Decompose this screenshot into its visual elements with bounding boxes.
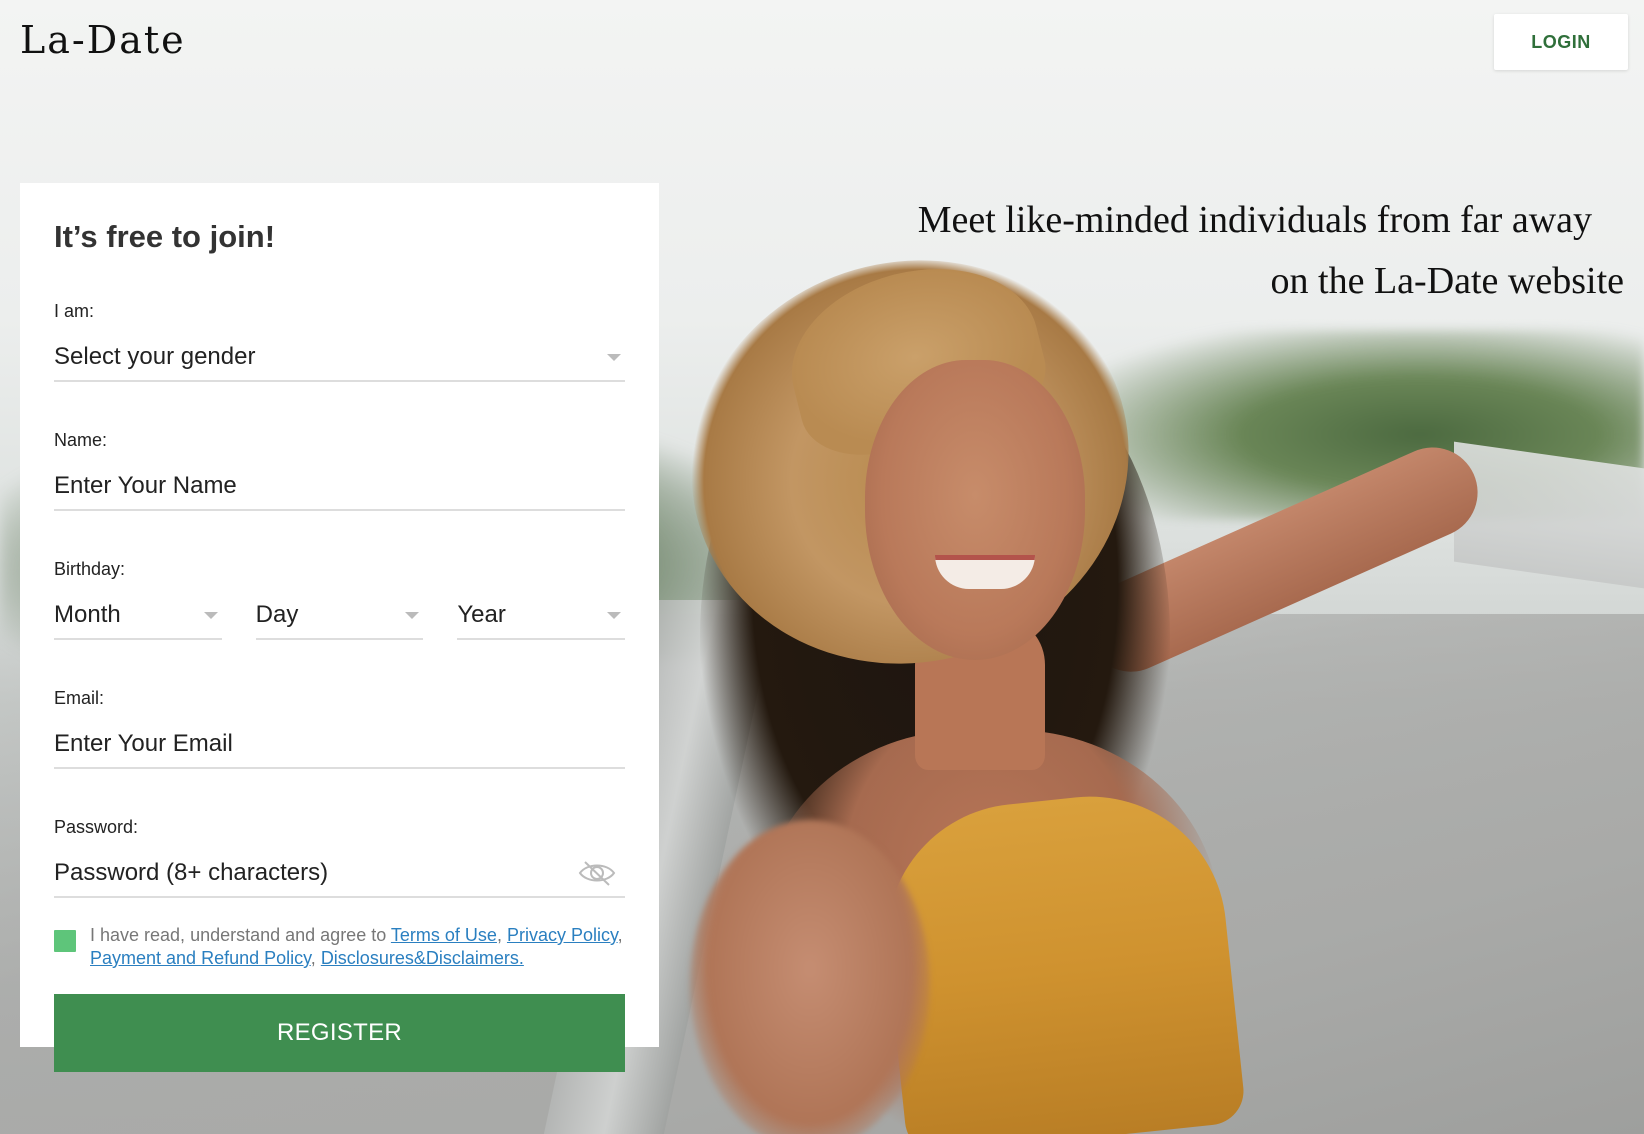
birthday-label: Birthday: bbox=[54, 559, 126, 579]
terms-separator: , bbox=[617, 925, 623, 945]
day-select-value: Day bbox=[255, 601, 299, 628]
birthday-year-select[interactable]: Year bbox=[457, 592, 626, 640]
refund-policy-link[interactable]: Payment and Refund Policy bbox=[90, 948, 311, 968]
site-logo[interactable]: La-Date bbox=[20, 18, 186, 62]
email-input[interactable]: Enter Your Email bbox=[54, 721, 625, 769]
terms-separator: , bbox=[310, 948, 321, 968]
form-title: It’s free to join! bbox=[54, 219, 276, 254]
tagline-line-1: Meet like-minded individuals from far aw… bbox=[917, 199, 1592, 241]
password-input[interactable]: Password (8+ characters) bbox=[54, 850, 625, 898]
registration-form-card: It’s free to join! I am: Select your gen… bbox=[20, 183, 659, 1072]
chevron-down-icon bbox=[607, 353, 621, 361]
name-field: Name: Enter Your Name bbox=[54, 430, 625, 511]
gender-field: I am: Select your gender bbox=[54, 301, 625, 382]
chevron-down-icon bbox=[607, 611, 622, 619]
privacy-policy-link[interactable]: Privacy Policy bbox=[507, 925, 618, 945]
chevron-down-icon bbox=[405, 611, 420, 619]
gender-select[interactable]: Select your gender bbox=[54, 334, 625, 382]
email-input-placeholder: Enter Your Email bbox=[54, 730, 233, 757]
email-field: Email: Enter Your Email bbox=[54, 688, 625, 769]
gender-select-value: Select your gender bbox=[54, 343, 256, 370]
name-label: Name: bbox=[54, 430, 108, 450]
terms-agreement: I have read, understand and agree to Ter… bbox=[54, 924, 625, 970]
login-button[interactable]: LOGIN bbox=[1494, 14, 1628, 70]
terms-of-use-link[interactable]: Terms of Use bbox=[391, 925, 497, 945]
birthday-field: Birthday: Month Day Year bbox=[54, 559, 626, 640]
disclaimers-link[interactable]: Disclosures&Disclaimers. bbox=[321, 948, 524, 968]
birthday-month-select[interactable]: Month bbox=[54, 592, 222, 640]
smile bbox=[935, 555, 1035, 589]
terms-prefix: I have read, understand and agree to bbox=[90, 925, 391, 945]
terms-text: I have read, understand and agree to Ter… bbox=[90, 924, 625, 970]
register-button[interactable]: REGISTER bbox=[54, 994, 625, 1072]
password-input-placeholder: Password (8+ characters) bbox=[54, 859, 329, 886]
password-label: Password: bbox=[54, 817, 139, 837]
terms-checkbox[interactable] bbox=[54, 930, 76, 952]
name-input[interactable]: Enter Your Name bbox=[54, 463, 625, 511]
gender-label: I am: bbox=[54, 301, 95, 321]
terms-separator: , bbox=[496, 925, 507, 945]
year-select-value: Year bbox=[457, 601, 506, 628]
hero-tagline: Meet like-minded individuals from far aw… bbox=[804, 190, 1624, 312]
tagline-line-2: on the La-Date website bbox=[1270, 260, 1624, 302]
month-select-value: Month bbox=[54, 601, 121, 628]
birthday-selects: Month Day Year bbox=[54, 592, 626, 640]
birthday-day-select[interactable]: Day bbox=[255, 592, 424, 640]
eye-slash-icon[interactable] bbox=[577, 858, 617, 888]
chevron-down-icon bbox=[203, 611, 218, 619]
background-railing-right bbox=[1454, 441, 1644, 589]
email-label: Email: bbox=[54, 688, 105, 708]
name-input-placeholder: Enter Your Name bbox=[54, 472, 237, 499]
password-field: Password: Password (8+ characters) bbox=[54, 817, 625, 898]
